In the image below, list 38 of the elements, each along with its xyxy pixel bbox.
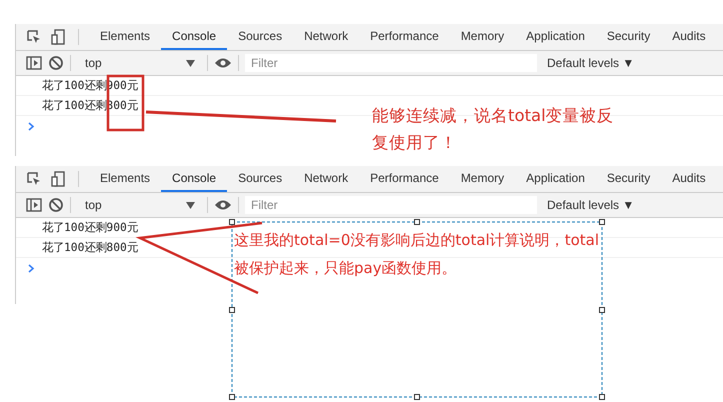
tab[interactable]: Application: [515, 24, 596, 50]
inspect-icon[interactable]: [26, 29, 42, 45]
caret-icon: [186, 60, 195, 66]
tab[interactable]: Security: [596, 24, 662, 50]
caret-icon: [186, 202, 195, 208]
eye-icon[interactable]: [214, 199, 232, 211]
context-dropdown[interactable]: top: [77, 52, 201, 74]
tab[interactable]: Security: [596, 166, 662, 192]
prompt-icon: [28, 122, 35, 130]
inspect-icon[interactable]: [26, 171, 42, 187]
filter-field[interactable]: Filter: [245, 54, 537, 72]
tab[interactable]: Audits: [661, 166, 717, 192]
sidebar-toggle-icon[interactable]: [26, 198, 42, 212]
context-dropdown[interactable]: top: [77, 194, 201, 216]
sidebar-toggle-icon[interactable]: [26, 56, 42, 70]
eye-icon[interactable]: [214, 57, 232, 69]
levels-dropdown[interactable]: Default levels ▼: [543, 198, 638, 212]
tab[interactable]: Sources: [227, 166, 294, 192]
annotation-text: 能够连续减，说名total变量被反 复使用了！: [372, 105, 614, 154]
levels-dropdown[interactable]: Default levels ▼: [543, 56, 638, 70]
tab[interactable]: Elements: [89, 24, 162, 50]
clear-console-icon[interactable]: [48, 197, 64, 213]
tab[interactable]: Network: [293, 166, 360, 192]
tab[interactable]: Memory: [450, 24, 516, 50]
clear-console-icon[interactable]: [48, 55, 64, 71]
tab[interactable]: Performance: [359, 166, 450, 192]
tab[interactable]: Sources: [227, 24, 294, 50]
tab[interactable]: Audits: [661, 24, 717, 50]
tab[interactable]: Elements: [89, 166, 162, 192]
prompt-icon: [28, 264, 35, 272]
tab[interactable]: Application: [515, 166, 596, 192]
tab[interactable]: Performance: [359, 24, 450, 50]
filter-field[interactable]: Filter: [245, 196, 537, 214]
device-icon[interactable]: [51, 171, 65, 187]
tab[interactable]: Network: [293, 24, 360, 50]
device-icon[interactable]: [51, 29, 65, 45]
tab[interactable]: Memory: [450, 166, 516, 192]
highlight-box: [106, 74, 144, 132]
